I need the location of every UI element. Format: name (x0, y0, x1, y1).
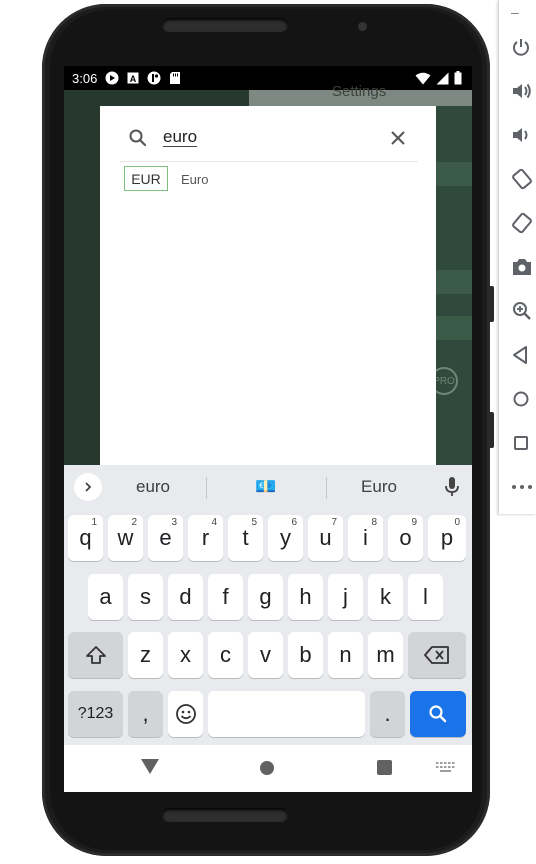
signal-icon (436, 72, 449, 84)
key[interactable]: w2 (108, 515, 143, 561)
status-bar: 3:06 A (64, 66, 472, 90)
suggestion-divider (206, 477, 207, 499)
volume-up-icon[interactable] (511, 78, 536, 104)
key[interactable]: j (328, 574, 363, 620)
home-icon[interactable] (511, 386, 536, 412)
key[interactable]: s (128, 574, 163, 620)
key[interactable]: v (248, 632, 283, 678)
key[interactable]: o9 (388, 515, 423, 561)
key[interactable]: i8 (348, 515, 383, 561)
front-camera (358, 22, 367, 31)
play-icon (105, 71, 119, 85)
currency-name: Euro (181, 172, 209, 187)
search-icon (429, 705, 447, 723)
top-speaker (162, 18, 288, 32)
suggestion-divider (326, 477, 327, 499)
sd-card-icon (168, 71, 182, 85)
suggestion-item[interactable]: euro (103, 477, 203, 497)
key[interactable]: t5 (228, 515, 263, 561)
side-button[interactable] (489, 412, 494, 448)
soft-keyboard: euro 💶 Euro q1 w2 e3 r4 t5 y6 u7 i8 o9 p… (64, 465, 472, 745)
currency-search-dialog: euro EUR Euro (100, 106, 436, 465)
key[interactable]: d (168, 574, 203, 620)
emoji-icon (175, 704, 196, 724)
key[interactable]: m (368, 632, 403, 678)
power-icon[interactable] (511, 34, 536, 60)
shift-key[interactable] (68, 632, 123, 678)
key[interactable]: x (168, 632, 203, 678)
rotate-left-icon[interactable] (511, 166, 536, 192)
side-button[interactable] (489, 286, 494, 322)
rotate-right-icon[interactable] (511, 210, 536, 236)
bottom-speaker (162, 808, 288, 822)
key[interactable]: c (208, 632, 243, 678)
app-row (434, 162, 472, 186)
key[interactable]: h (288, 574, 323, 620)
overview-icon[interactable] (511, 430, 536, 456)
list-item[interactable]: EUR Euro (100, 166, 436, 194)
mic-icon[interactable] (442, 475, 462, 499)
backspace-key[interactable] (408, 632, 466, 678)
home-icon[interactable] (260, 761, 274, 775)
shift-icon (85, 646, 106, 664)
key[interactable]: y6 (268, 515, 303, 561)
key[interactable]: p0 (428, 515, 466, 561)
search-divider (120, 161, 418, 162)
search-action-key[interactable] (410, 691, 466, 737)
suggestion-item[interactable]: 💶 (216, 477, 316, 497)
key[interactable]: k (368, 574, 403, 620)
key[interactable]: q1 (68, 515, 103, 561)
key[interactable]: b (288, 632, 323, 678)
app-row (434, 316, 472, 340)
emoji-key[interactable] (168, 691, 203, 737)
space-key[interactable] (208, 691, 365, 737)
emulator-toolbar: – (498, 0, 536, 514)
device-screen: 3:06 A Settings PRO euro EUR Euro euro 💶… (64, 66, 472, 792)
currency-code-badge: EUR (124, 166, 168, 191)
key[interactable]: z (128, 632, 163, 678)
key[interactable]: a (88, 574, 123, 620)
a-icon: A (126, 71, 140, 85)
backspace-icon (424, 646, 449, 664)
key[interactable]: g (248, 574, 283, 620)
period-key[interactable]: . (370, 691, 405, 737)
keyboard-switch-icon[interactable] (436, 761, 456, 775)
key[interactable]: l (408, 574, 443, 620)
recents-icon[interactable] (377, 760, 392, 775)
key[interactable]: n (328, 632, 363, 678)
back-icon[interactable] (141, 759, 159, 775)
comma-key[interactable]: , (128, 691, 163, 737)
app-row (434, 270, 472, 294)
screenshot-icon[interactable] (511, 254, 536, 280)
search-input[interactable]: euro (163, 128, 198, 147)
status-time: 3:06 (72, 70, 98, 86)
zoom-icon[interactable] (511, 298, 536, 324)
key[interactable]: u7 (308, 515, 343, 561)
symbols-key[interactable]: ?123 (68, 691, 123, 737)
back-icon[interactable] (511, 342, 536, 368)
volume-down-icon[interactable] (511, 122, 536, 148)
svg-text:A: A (130, 74, 137, 84)
battery-icon (454, 71, 462, 85)
status-right-icons (415, 71, 462, 85)
search-row: euro (100, 106, 436, 162)
minimize-button[interactable]: – (511, 4, 519, 20)
suggestion-item[interactable]: Euro (329, 477, 429, 497)
close-icon[interactable] (388, 128, 408, 148)
key[interactable]: f (208, 574, 243, 620)
suggestion-strip: euro 💶 Euro (64, 465, 472, 509)
key[interactable]: e3 (148, 515, 183, 561)
chevron-right-icon[interactable] (74, 473, 102, 501)
tracker-icon (147, 71, 161, 85)
key[interactable]: r4 (188, 515, 223, 561)
wifi-icon (415, 72, 431, 84)
more-icon[interactable] (511, 474, 536, 500)
app-title: Settings (332, 83, 387, 100)
navigation-bar (64, 745, 472, 792)
search-icon (129, 129, 147, 147)
